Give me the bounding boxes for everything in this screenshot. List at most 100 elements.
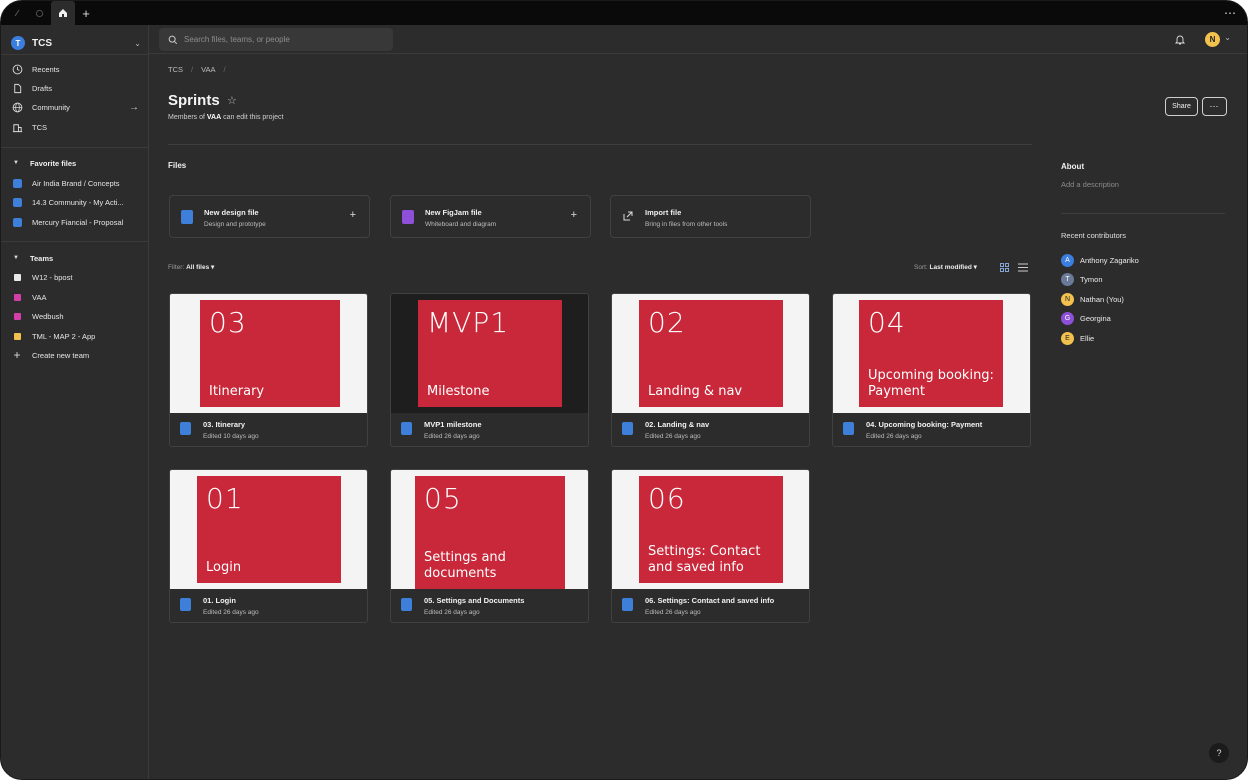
- notifications-bell-icon[interactable]: [1173, 32, 1187, 46]
- favorite-file-item[interactable]: Air India Brand / Concepts: [11, 174, 139, 192]
- breadcrumb: TCS / VAA /: [168, 65, 226, 74]
- design-file-icon: [622, 422, 633, 435]
- avatar: N: [1061, 292, 1074, 306]
- home-icon: [59, 9, 67, 17]
- team-label: TML - MAP 2 - App: [32, 331, 96, 341]
- tab-home[interactable]: [51, 1, 75, 25]
- file-card[interactable]: 02 Landing & nav 02. Landing & nav Edite…: [611, 293, 810, 447]
- design-file-icon: [11, 196, 23, 208]
- more-options-button[interactable]: ⋯: [1202, 97, 1227, 116]
- team-logo-icon: [11, 271, 23, 283]
- design-file-icon: [11, 216, 23, 228]
- arrow-right-icon: →: [129, 101, 139, 113]
- caret-down-icon: ▼: [13, 255, 19, 261]
- design-file-icon: [180, 422, 191, 435]
- plus-icon: +: [570, 209, 577, 221]
- team-color-icon: [11, 310, 23, 322]
- breadcrumb-item-tcs[interactable]: TCS: [168, 65, 183, 74]
- contributor-item[interactable]: N Nathan (You): [1061, 292, 1124, 306]
- favorites-section-toggle[interactable]: ▼ Favorite files: [13, 156, 76, 170]
- sort-dropdown[interactable]: Sort: Last modified ▾: [914, 263, 977, 271]
- contributor-item[interactable]: T Tymon: [1061, 272, 1103, 286]
- document-icon: [11, 82, 23, 94]
- import-file-button[interactable]: Import file Bring in files from other to…: [610, 195, 811, 238]
- share-button[interactable]: Share: [1165, 97, 1198, 116]
- file-card[interactable]: 05 Settings and documents 05. Settings a…: [390, 469, 589, 623]
- file-thumbnail: 04 Upcoming booking: Payment: [833, 294, 1030, 413]
- favorite-file-label: Mercury Fiancial - Proposal: [32, 217, 124, 227]
- window-menu-button[interactable]: ⋯: [1224, 1, 1237, 25]
- divider: [1, 147, 149, 148]
- filter-dropdown[interactable]: Filter: All files ▾: [168, 263, 214, 271]
- file-edited: Edited 26 days ago: [645, 609, 701, 616]
- file-edited: Edited 26 days ago: [203, 609, 259, 616]
- divider: [1061, 213, 1225, 214]
- tab-strip: + ⋯: [1, 1, 1247, 25]
- new-design-file-button[interactable]: New design file Design and prototype +: [169, 195, 370, 238]
- list-view-icon[interactable]: [1017, 261, 1029, 273]
- file-edited: Edited 26 days ago: [424, 433, 480, 440]
- user-avatar[interactable]: N: [1205, 32, 1220, 47]
- favorite-file-item[interactable]: 14.3 Community - My Acti...: [11, 193, 139, 211]
- new-figjam-file-button[interactable]: New FigJam file Whiteboard and diagram +: [390, 195, 591, 238]
- contributor-name: Anthony Zagariko: [1080, 255, 1139, 265]
- team-item-vaa[interactable]: VAA: [11, 288, 139, 306]
- file-edited: Edited 26 days ago: [645, 433, 701, 440]
- teams-heading: Teams: [29, 253, 54, 263]
- breadcrumb-item-vaa[interactable]: VAA: [201, 65, 215, 74]
- divider: [1, 54, 149, 55]
- sidebar-item-label: Drafts: [32, 83, 53, 93]
- new-tab-button[interactable]: +: [77, 1, 95, 25]
- design-file-icon: [401, 598, 412, 611]
- main-content: TCS / VAA / Sprints ☆ Members of VAA can…: [149, 54, 1247, 779]
- file-card[interactable]: 04 Upcoming booking: Payment 04. Upcomin…: [832, 293, 1031, 447]
- file-card[interactable]: 01 Login 01. Login Edited 26 days ago: [169, 469, 368, 623]
- team-label: W12 - bpost: [32, 272, 73, 282]
- file-edited: Edited 26 days ago: [866, 433, 922, 440]
- sidebar-item-community[interactable]: Community →: [11, 98, 139, 116]
- back-icon[interactable]: [5, 1, 29, 25]
- sidebar-item-tcs[interactable]: TCS: [11, 118, 139, 136]
- file-card[interactable]: 06 Settings: Contact and saved info 06. …: [611, 469, 810, 623]
- file-card[interactable]: MVP1 Milestone MVP1 milestone Edited 26 …: [390, 293, 589, 447]
- search-input[interactable]: [184, 35, 384, 44]
- star-icon[interactable]: ☆: [227, 94, 237, 107]
- file-name: 05. Settings and Documents: [424, 596, 525, 605]
- file-edited: Edited 26 days ago: [424, 609, 480, 616]
- design-file-icon: [401, 422, 412, 435]
- team-item-w12-bpost[interactable]: W12 - bpost: [11, 268, 139, 286]
- add-description-field[interactable]: Add a description: [1061, 180, 1119, 189]
- avatar: T: [1061, 272, 1074, 286]
- grid-view-icon[interactable]: [998, 261, 1010, 273]
- team-item-tml-map2[interactable]: TML - MAP 2 - App: [11, 327, 139, 345]
- contributor-item[interactable]: A Anthony Zagariko: [1061, 253, 1139, 267]
- new-card-desc: Design and prototype: [204, 221, 266, 228]
- file-name: 02. Landing & nav: [645, 420, 710, 429]
- about-heading: About: [1061, 162, 1085, 171]
- sidebar-item-drafts[interactable]: Drafts: [11, 79, 139, 97]
- favorite-file-label: 14.3 Community - My Acti...: [32, 197, 124, 207]
- team-item-wedbush[interactable]: Wedbush: [11, 307, 139, 325]
- team-color-icon: [11, 291, 23, 303]
- create-team-button[interactable]: + Create new team: [11, 346, 139, 364]
- file-thumbnail: 03 Itinerary: [170, 294, 367, 413]
- file-name: 06. Settings: Contact and saved info: [645, 596, 775, 605]
- favorites-heading: Favorite files: [29, 158, 77, 168]
- chevron-down-icon[interactable]: ⌄: [1224, 33, 1231, 42]
- teams-section-toggle[interactable]: ▼ Teams: [13, 251, 53, 265]
- contributor-item[interactable]: E Ellie: [1061, 331, 1094, 345]
- org-switcher[interactable]: T TCS ⌄: [11, 33, 141, 53]
- divider: [168, 144, 1032, 145]
- team-label: VAA: [32, 292, 47, 302]
- sidebar-item-label: Recents: [32, 64, 60, 74]
- contributor-item[interactable]: G Georgina: [1061, 311, 1111, 325]
- top-bar: N ⌄: [149, 25, 1247, 54]
- favorite-file-item[interactable]: Mercury Fiancial - Proposal: [11, 213, 139, 231]
- file-name: 04. Upcoming booking: Payment: [866, 420, 983, 429]
- file-card[interactable]: 03 Itinerary 03. Itinerary Edited 10 day…: [169, 293, 368, 447]
- sidebar-item-recents[interactable]: Recents: [11, 60, 139, 78]
- chevron-down-icon: ⌄: [134, 38, 141, 48]
- org-name: TCS: [32, 37, 52, 49]
- help-button[interactable]: ?: [1209, 743, 1229, 763]
- caret-down-icon: ▼: [13, 160, 19, 166]
